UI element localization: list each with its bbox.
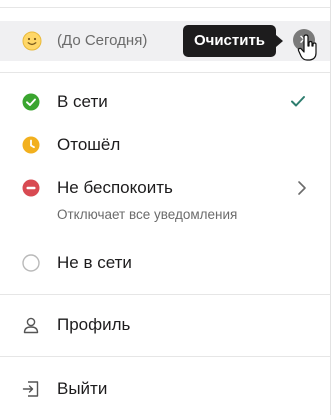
checkmark-icon [291,96,305,107]
presence-label: Не беспокоить [57,178,173,197]
logout-label: Выйти [57,379,108,398]
divider [0,356,330,357]
presence-label: Отошёл [57,135,121,154]
presence-label: В сети [57,92,108,111]
chevron-right-icon [298,181,306,195]
status-expiry-text: (До Сегодня) [57,32,148,49]
smiley-emoji-icon [22,31,42,51]
profile-menu-item[interactable]: Профиль [0,307,330,343]
away-clock-icon [22,136,40,154]
user-icon [23,317,39,334]
dnd-description: Отключает все уведомления [57,207,238,222]
offline-circle-icon [22,254,40,272]
presence-online-item[interactable]: В сети [0,84,330,120]
profile-label: Профиль [57,315,131,334]
status-menu-panel: (До Сегодня) ✕ Очистить В сети Отошёл [0,0,331,415]
presence-label: Не в сети [57,253,132,272]
dnd-minus-icon [22,179,40,197]
logout-menu-item[interactable]: Выйти [0,371,330,407]
divider [0,72,330,73]
clear-tooltip: Очистить [183,25,283,57]
presence-away-item[interactable]: Отошёл [0,127,330,163]
logout-icon [22,381,39,397]
presence-offline-item[interactable]: Не в сети [0,245,330,281]
divider [0,294,330,295]
hand-cursor-icon [297,34,317,61]
online-check-icon [22,93,40,111]
divider [0,7,330,8]
presence-dnd-item[interactable]: Не беспокоить [0,170,330,206]
